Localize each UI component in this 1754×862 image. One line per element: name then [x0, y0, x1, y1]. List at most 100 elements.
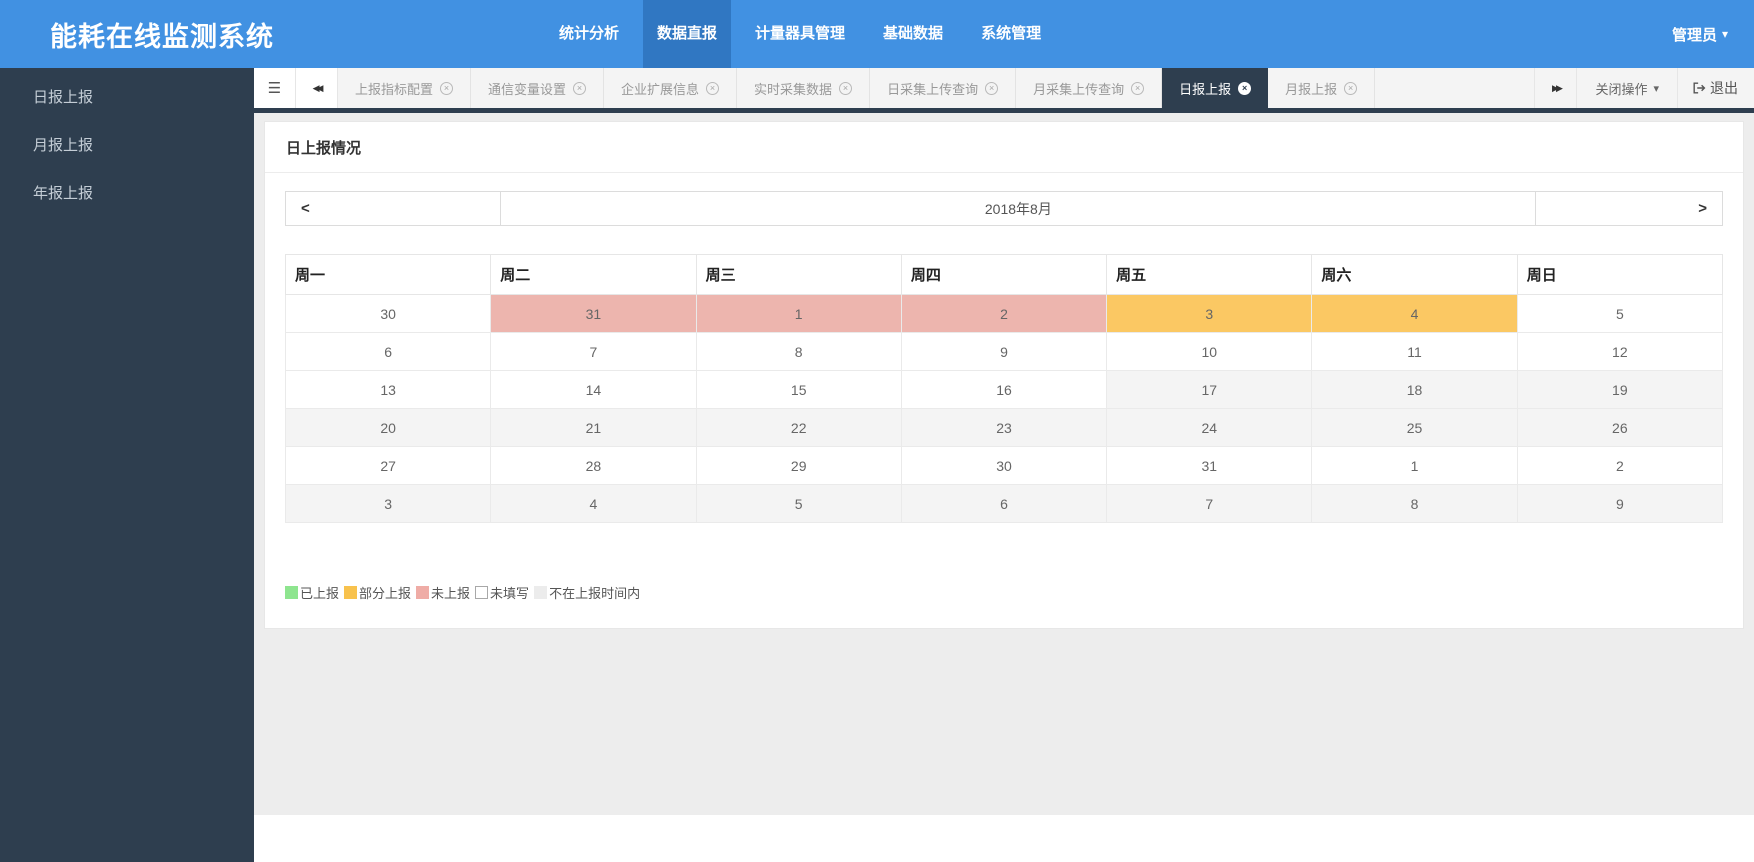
day-cell[interactable]: 11: [1312, 333, 1517, 371]
close-tab-icon[interactable]: ×: [839, 82, 852, 95]
day-cell[interactable]: 14: [491, 371, 696, 409]
sidebar-item[interactable]: 日报上报: [0, 74, 254, 122]
day-cell[interactable]: 23: [901, 409, 1106, 447]
day-cell[interactable]: 26: [1517, 409, 1722, 447]
legend-label: 未填写: [490, 583, 529, 602]
nav-item[interactable]: 数据直报: [643, 0, 731, 68]
day-cell[interactable]: 3: [286, 485, 491, 523]
tab[interactable]: 通信变量设置×: [471, 68, 604, 108]
logout-button[interactable]: 退出: [1677, 68, 1754, 108]
day-cell[interactable]: 19: [1517, 371, 1722, 409]
user-menu-dropdown[interactable]: 管理员 ▾: [1672, 0, 1728, 68]
day-cell[interactable]: 24: [1107, 409, 1312, 447]
tab[interactable]: 日采集上传查询 ×: [870, 68, 1016, 108]
nav-item[interactable]: 基础数据: [869, 0, 957, 68]
nav-item[interactable]: 系统管理: [967, 0, 1055, 68]
legend-label: 不在上报时间内: [549, 583, 640, 602]
open-tabs: 上报指标配置×通信变量设置×企业扩展信息×实时采集数据×日采集上传查询×月采集上…: [338, 68, 1375, 108]
close-tab-icon[interactable]: ×: [1238, 82, 1251, 95]
legend-swatch: [534, 586, 547, 599]
panel-title: 日上报情况: [265, 122, 1743, 173]
close-tab-icon[interactable]: ×: [706, 82, 719, 95]
day-cell[interactable]: 3: [1107, 295, 1312, 333]
sidebar-toggle-button[interactable]: ☰: [254, 68, 296, 108]
sidebar: 日报上报月报上报年报上报: [0, 68, 254, 862]
legend-item: 未上报: [416, 583, 470, 602]
close-tab-icon[interactable]: ×: [1131, 82, 1144, 95]
day-cell[interactable]: 21: [491, 409, 696, 447]
day-cell[interactable]: 4: [491, 485, 696, 523]
main-area: ☰ ◀◀ 上报指标配置×通信变量设置×企业扩展信息×实时采集数据×日采集上传查询…: [254, 68, 1754, 862]
day-cell[interactable]: 8: [696, 333, 901, 371]
legend-label: 部分上报: [359, 583, 411, 602]
day-cell[interactable]: 4: [1312, 295, 1517, 333]
day-cell[interactable]: 12: [1517, 333, 1722, 371]
tab-label: 日报上报: [1179, 79, 1231, 98]
day-cell[interactable]: 18: [1312, 371, 1517, 409]
legend-item: 未填写: [475, 583, 529, 602]
day-cell[interactable]: 7: [491, 333, 696, 371]
day-cell[interactable]: 20: [286, 409, 491, 447]
tab[interactable]: 月报上报×: [1268, 68, 1375, 108]
day-cell[interactable]: 6: [286, 333, 491, 371]
close-tab-icon[interactable]: ×: [1344, 82, 1357, 95]
tab[interactable]: 实时采集数据 ×: [737, 68, 870, 108]
day-cell[interactable]: 5: [1517, 295, 1722, 333]
day-cell[interactable]: 2: [1517, 447, 1722, 485]
logout-icon: [1692, 81, 1706, 95]
logout-label: 退出: [1710, 78, 1738, 98]
day-cell[interactable]: 2: [901, 295, 1106, 333]
tab-label: 月采集上传查询: [1033, 79, 1124, 98]
tab-bar-controls: ▶▶ 关闭操作 ▾ 退出: [1534, 68, 1754, 108]
tab-label: 日采集上传查询: [887, 79, 978, 98]
day-cell[interactable]: 30: [901, 447, 1106, 485]
close-tab-icon[interactable]: ×: [573, 82, 586, 95]
day-cell[interactable]: 27: [286, 447, 491, 485]
day-cell[interactable]: 6: [901, 485, 1106, 523]
tab[interactable]: 月采集上传查询 ×: [1016, 68, 1162, 108]
sidebar-item[interactable]: 月报上报: [0, 122, 254, 170]
day-cell[interactable]: 16: [901, 371, 1106, 409]
day-cell[interactable]: 28: [491, 447, 696, 485]
scroll-tabs-left-button[interactable]: ◀◀: [296, 68, 338, 108]
next-month-button[interactable]: >: [1535, 192, 1722, 225]
legend-item: 部分上报: [344, 583, 411, 602]
tab[interactable]: 上报指标配置×: [338, 68, 471, 108]
day-cell[interactable]: 10: [1107, 333, 1312, 371]
day-cell[interactable]: 7: [1107, 485, 1312, 523]
day-cell[interactable]: 1: [1312, 447, 1517, 485]
day-cell[interactable]: 8: [1312, 485, 1517, 523]
legend-swatch: [344, 586, 357, 599]
day-cell[interactable]: 22: [696, 409, 901, 447]
day-cell[interactable]: 13: [286, 371, 491, 409]
day-cell[interactable]: 31: [1107, 447, 1312, 485]
day-cell[interactable]: 17: [1107, 371, 1312, 409]
calendar-widget: < 2018年8月 > 周一周二周三周四周五周六周日 3031123456789…: [265, 173, 1743, 628]
tab[interactable]: 日报上报 ×: [1162, 68, 1268, 108]
day-cell[interactable]: 5: [696, 485, 901, 523]
nav-item[interactable]: 统计分析: [545, 0, 633, 68]
day-cell[interactable]: 31: [491, 295, 696, 333]
prev-month-button[interactable]: <: [286, 192, 501, 225]
day-cell[interactable]: 30: [286, 295, 491, 333]
scroll-tabs-right-button[interactable]: ▶▶: [1534, 68, 1576, 108]
day-cell[interactable]: 29: [696, 447, 901, 485]
day-cell[interactable]: 9: [1517, 485, 1722, 523]
tab-bar: ☰ ◀◀ 上报指标配置×通信变量设置×企业扩展信息×实时采集数据×日采集上传查询…: [254, 68, 1754, 113]
app-title: 能耗在线监测系统: [50, 15, 274, 54]
close-tab-icon[interactable]: ×: [440, 82, 453, 95]
calendar-week-row: 20212223242526: [286, 409, 1723, 447]
close-tab-icon[interactable]: ×: [985, 82, 998, 95]
day-cell[interactable]: 1: [696, 295, 901, 333]
tab-label: 实时采集数据: [754, 79, 832, 98]
nav-item[interactable]: 计量器具管理: [741, 0, 859, 68]
tab[interactable]: 企业扩展信息×: [604, 68, 737, 108]
calendar-week-row: 3456789: [286, 485, 1723, 523]
sidebar-item[interactable]: 年报上报: [0, 170, 254, 218]
day-cell[interactable]: 9: [901, 333, 1106, 371]
close-operations-label: 关闭操作: [1595, 79, 1647, 98]
weekday-header: 周六: [1312, 255, 1517, 295]
day-cell[interactable]: 25: [1312, 409, 1517, 447]
day-cell[interactable]: 15: [696, 371, 901, 409]
close-operations-dropdown[interactable]: 关闭操作 ▾: [1576, 68, 1677, 108]
